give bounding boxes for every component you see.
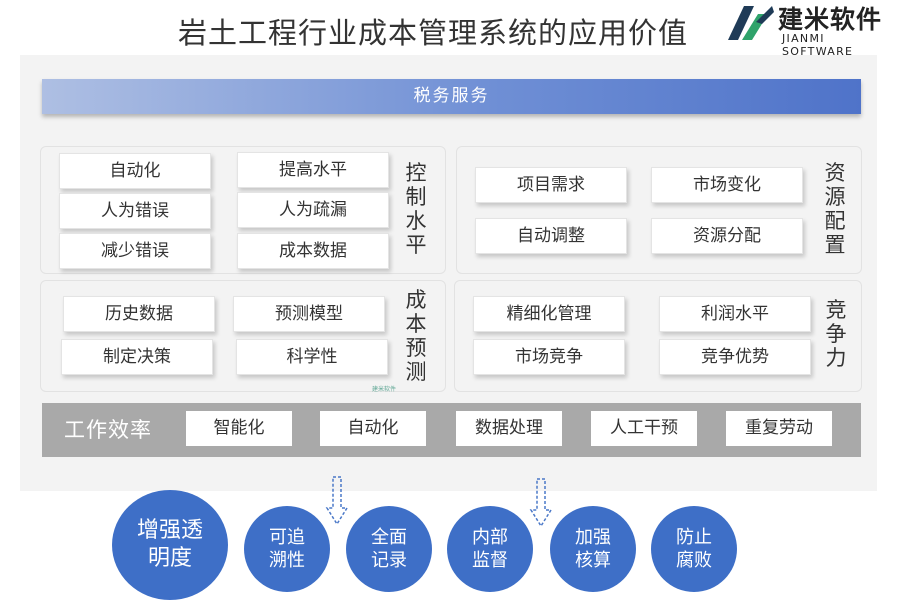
circle-text: 记录 xyxy=(371,550,407,571)
efficiency-chip: 人工干预 xyxy=(591,411,697,446)
chip: 预测模型 xyxy=(233,296,385,332)
circle-anti-corruption: 防止 腐败 xyxy=(651,506,737,592)
chip: 自动调整 xyxy=(475,218,627,254)
chip: 市场竞争 xyxy=(473,339,625,375)
chip: 人为疏漏 xyxy=(237,192,389,228)
chip: 成本数据 xyxy=(237,233,389,269)
chip: 自动化 xyxy=(59,153,211,189)
efficiency-chip: 自动化 xyxy=(320,411,426,446)
circle-text: 溯性 xyxy=(269,550,305,571)
circle-accounting: 加强 核算 xyxy=(550,506,636,592)
chip: 市场变化 xyxy=(651,167,803,203)
efficiency-chip: 智能化 xyxy=(186,411,292,446)
circle-text: 全面 xyxy=(371,527,407,548)
efficiency-chip: 数据处理 xyxy=(456,411,562,446)
efficiency-chip: 重复劳动 xyxy=(726,411,832,446)
chip: 项目需求 xyxy=(475,167,627,203)
group-label-compete: 竞争力 xyxy=(825,298,847,370)
chip: 利润水平 xyxy=(659,296,811,332)
jianmi-logo-icon xyxy=(728,6,774,40)
down-arrow-icon xyxy=(529,478,553,528)
circle-traceability: 可追 溯性 xyxy=(244,506,330,592)
chip: 提高水平 xyxy=(237,152,389,188)
chip: 精细化管理 xyxy=(473,296,625,332)
circle-text: 可追 xyxy=(269,527,305,548)
circle-text: 核算 xyxy=(575,550,611,571)
circle-text: 内部 xyxy=(472,527,508,548)
chip: 制定决策 xyxy=(61,339,213,375)
chip: 科学性 xyxy=(236,339,388,375)
circle-transparency: 增强透 明度 xyxy=(112,490,228,600)
efficiency-label: 工作效率 xyxy=(64,418,152,442)
tax-service-bar: 税务服务 xyxy=(42,79,861,114)
group-resource-allocation xyxy=(456,146,862,274)
chip: 资源分配 xyxy=(651,218,803,254)
circle-text: 防止 xyxy=(676,527,712,548)
chip: 竞争优势 xyxy=(659,339,811,375)
group-label-forecast: 成本预测 xyxy=(405,288,427,384)
circle-text: 腐败 xyxy=(676,550,712,571)
chip: 历史数据 xyxy=(63,296,215,332)
chip: 减少错误 xyxy=(59,233,211,269)
chip: 人为错误 xyxy=(59,193,211,229)
watermark: 建米软件 xyxy=(372,386,397,393)
logo-name: 建米软件 xyxy=(778,5,883,34)
circle-text: 增强透 xyxy=(136,518,203,543)
circle-text: 加强 xyxy=(575,527,611,548)
circle-text: 明度 xyxy=(147,546,192,571)
down-arrow-icon xyxy=(325,476,349,526)
circle-full-record: 全面 记录 xyxy=(346,506,432,592)
circle-text: 监督 xyxy=(472,550,508,571)
group-label-resource: 资源配置 xyxy=(824,161,846,257)
page-title: 岩土工程行业成本管理系统的应用价值 xyxy=(178,16,689,50)
logo: 建米软件 JIANMI SOFTWARE xyxy=(726,0,900,58)
circle-internal-supervision: 内部 监督 xyxy=(447,506,533,592)
group-label-control: 控制水平 xyxy=(405,161,427,257)
